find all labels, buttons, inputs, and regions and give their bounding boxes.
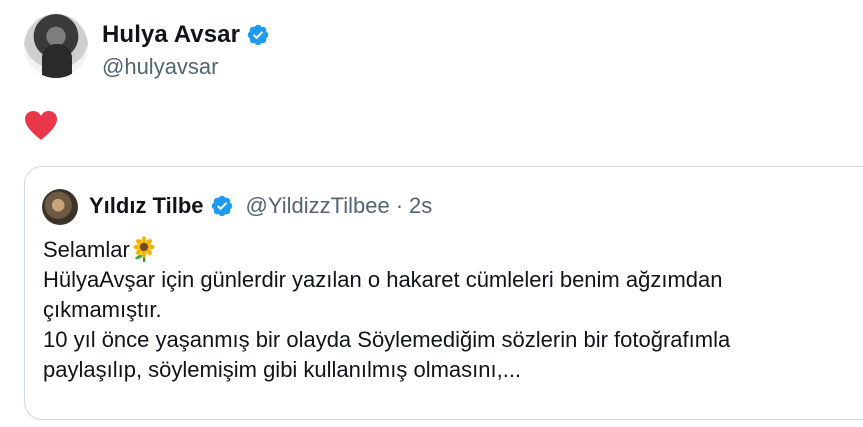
red-heart-icon xyxy=(25,111,57,140)
quoted-author-avatar[interactable] xyxy=(42,189,78,225)
sunflower-icon xyxy=(133,236,155,262)
author-name-row: Hulya Avsar xyxy=(102,21,270,49)
text-line: paylaşılıp, söylemişim gibi kullanılmış … xyxy=(43,357,522,382)
text-line: Selamlar xyxy=(43,235,863,265)
quoted-tweet[interactable]: Yıldız Tilbe @YildizzTilbee · 2s Selamla… xyxy=(24,166,863,420)
quoted-timestamp[interactable]: 2s xyxy=(409,193,432,219)
author-name[interactable]: Hulya Avsar xyxy=(102,21,240,49)
text-line: çıkmamıştır. xyxy=(43,297,162,322)
author-handle[interactable]: @hulyavsar xyxy=(102,54,219,80)
quoted-author-name[interactable]: Yıldız Tilbe xyxy=(89,193,204,219)
quoted-author-handle[interactable]: @YildizzTilbee xyxy=(246,193,390,219)
separator-dot: · xyxy=(395,193,404,218)
verified-badge-icon xyxy=(247,24,269,46)
author-avatar[interactable] xyxy=(24,14,88,78)
tweet-header: Hulya Avsar @hulyavsar xyxy=(24,14,844,86)
text-line: 10 yıl önce yaşanmış bir olayda Söylemed… xyxy=(43,327,731,352)
quoted-tweet-header: Yıldız Tilbe @YildizzTilbee · 2s xyxy=(89,193,432,219)
verified-badge-icon xyxy=(211,195,232,217)
quoted-tweet-text: Selamlar HülyaAvşar için günlerdir yazıl… xyxy=(43,235,863,385)
text-line: HülyaAvşar için günlerdir yazılan o haka… xyxy=(43,267,723,292)
